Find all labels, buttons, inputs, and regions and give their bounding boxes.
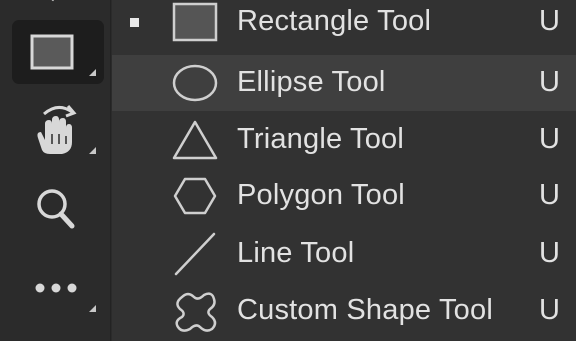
toolbar-more-tools[interactable] bbox=[12, 256, 104, 320]
menu-item-label: Polygon Tool bbox=[237, 178, 405, 211]
shape-tools-flyout-menu: Rectangle Tool U Ellipse Tool U Triangle… bbox=[112, 0, 576, 341]
flyout-indicator-icon bbox=[89, 147, 96, 154]
toolbar-rotate-view-tool[interactable] bbox=[12, 98, 104, 162]
menu-item-label: Rectangle Tool bbox=[237, 4, 432, 37]
triangle-icon bbox=[172, 120, 218, 160]
menu-item-label: Line Tool bbox=[237, 236, 355, 269]
menu-item-ellipse-tool[interactable]: Ellipse Tool U bbox=[112, 55, 576, 111]
partial-tool-icon bbox=[51, 0, 54, 2]
polygon-icon bbox=[173, 177, 217, 215]
menu-item-line-tool[interactable]: Line Tool U bbox=[112, 226, 576, 282]
flyout-indicator-icon bbox=[89, 69, 96, 76]
flyout-indicator-icon bbox=[89, 305, 96, 312]
menu-item-shortcut: U bbox=[539, 65, 560, 98]
toolbar-zoom-tool[interactable] bbox=[12, 176, 104, 240]
menu-item-shortcut: U bbox=[539, 122, 560, 155]
menu-item-label: Triangle Tool bbox=[237, 122, 405, 155]
menu-item-shortcut: U bbox=[539, 293, 560, 326]
menu-item-shortcut: U bbox=[539, 236, 560, 269]
custom-shape-icon bbox=[175, 292, 217, 332]
menu-item-custom-shape-tool[interactable]: Custom Shape Tool U bbox=[112, 283, 576, 339]
menu-item-polygon-tool[interactable]: Polygon Tool U bbox=[112, 168, 576, 224]
rectangle-icon bbox=[172, 2, 218, 42]
tools-panel bbox=[0, 0, 111, 341]
zoom-magnifier-icon bbox=[37, 189, 75, 229]
ellipse-icon bbox=[172, 64, 218, 102]
line-icon bbox=[174, 232, 216, 276]
menu-item-label: Ellipse Tool bbox=[237, 65, 386, 98]
toolbar-rectangle-tool[interactable] bbox=[12, 20, 104, 84]
shape-tool-flyout-screen: Rectangle Tool U Ellipse Tool U Triangle… bbox=[0, 0, 576, 341]
menu-item-shortcut: U bbox=[539, 178, 560, 211]
menu-item-label: Custom Shape Tool bbox=[237, 293, 493, 326]
menu-item-rectangle-tool[interactable]: Rectangle Tool U bbox=[112, 0, 576, 50]
selected-check-icon bbox=[130, 18, 139, 27]
menu-item-shortcut: U bbox=[539, 4, 560, 37]
menu-item-triangle-tool[interactable]: Triangle Tool U bbox=[112, 112, 576, 168]
